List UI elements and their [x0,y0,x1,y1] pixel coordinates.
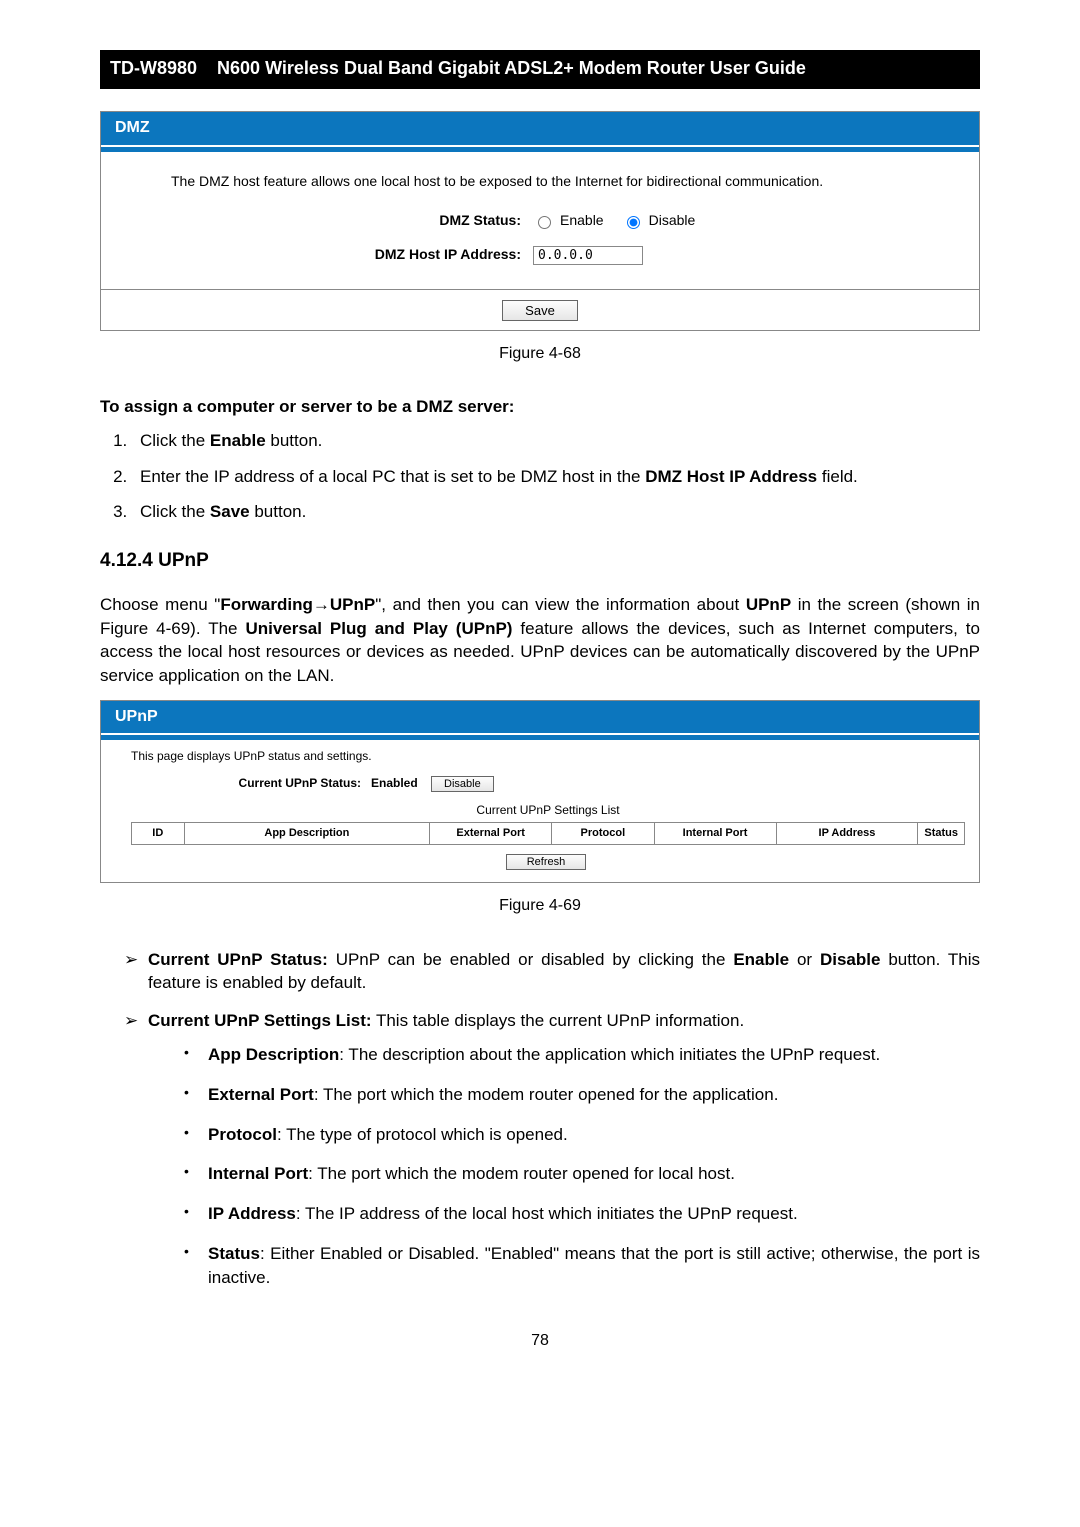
dmz-panel-title: DMZ [101,112,979,144]
dmz-disable-text: Disable [649,211,696,231]
col-status: Status [918,822,965,844]
assign-steps: Click the Enable button. Enter the IP ad… [100,429,980,524]
section-heading-upnp: 4.12.4 UPnP [100,548,980,575]
col-ext: External Port [430,822,552,844]
dmz-enable-text: Enable [560,211,604,231]
sub-internal-port: Internal Port: The port which the modem … [184,1162,980,1186]
figure-69-caption: Figure 4-69 [100,895,980,917]
step-1: Click the Enable button. [132,429,980,453]
sub-app-description: App Description: The description about t… [184,1043,980,1067]
save-button[interactable]: Save [502,300,578,321]
step-3: Click the Save button. [132,500,980,524]
upnp-status-label: Current UPnP Status: [131,775,371,792]
upnp-enabled-text: Enabled [371,776,418,790]
figure-68-caption: Figure 4-68 [100,343,980,365]
col-app: App Description [184,822,430,844]
dmz-status-label: DMZ Status: [171,211,533,231]
header-model: TD-W8980 [100,50,207,87]
bullet-settings-list: Current UPnP Settings List: This table d… [124,1009,980,1289]
col-proto: Protocol [552,822,654,844]
sub-protocol: Protocol: The type of protocol which is … [184,1123,980,1147]
dmz-description: The DMZ host feature allows one local ho… [171,172,939,192]
sub-ip-address: IP Address: The IP address of the local … [184,1202,980,1226]
step-2: Enter the IP address of a local PC that … [132,465,980,489]
upnp-description: This page displays UPnP status and setti… [131,748,965,765]
assign-lead: To assign a computer or server to be a D… [100,395,980,419]
col-ip: IP Address [776,822,918,844]
upnp-intro-paragraph: Choose menu "Forwarding→UPnP", and then … [100,593,980,688]
refresh-button[interactable]: Refresh [506,854,587,870]
page-number: 78 [100,1330,980,1352]
upnp-list-caption: Current UPnP Settings List [131,802,965,819]
upnp-settings-table: ID App Description External Port Protoco… [131,822,965,845]
sub-external-port: External Port: The port which the modem … [184,1083,980,1107]
dmz-enable-radio[interactable] [538,216,551,229]
dmz-ip-label: DMZ Host IP Address: [171,245,533,265]
upnp-disable-button[interactable]: Disable [431,776,494,792]
upnp-bullets: Current UPnP Status: UPnP can be enabled… [100,948,980,1290]
upnp-panel-title: UPnP [101,701,979,733]
dmz-ip-input[interactable] [533,246,643,265]
col-id: ID [132,822,185,844]
figure-upnp: UPnP This page displays UPnP status and … [100,700,980,883]
bullet-current-status: Current UPnP Status: UPnP can be enabled… [124,948,980,996]
figure-dmz: DMZ The DMZ host feature allows one loca… [100,111,980,330]
sub-status: Status: Either Enabled or Disabled. "Ena… [184,1242,980,1290]
dmz-disable-radio[interactable] [627,216,640,229]
col-intp: Internal Port [654,822,776,844]
header-title: N600 Wireless Dual Band Gigabit ADSL2+ M… [207,50,980,87]
header-bar: TD-W8980 N600 Wireless Dual Band Gigabit… [100,50,980,89]
